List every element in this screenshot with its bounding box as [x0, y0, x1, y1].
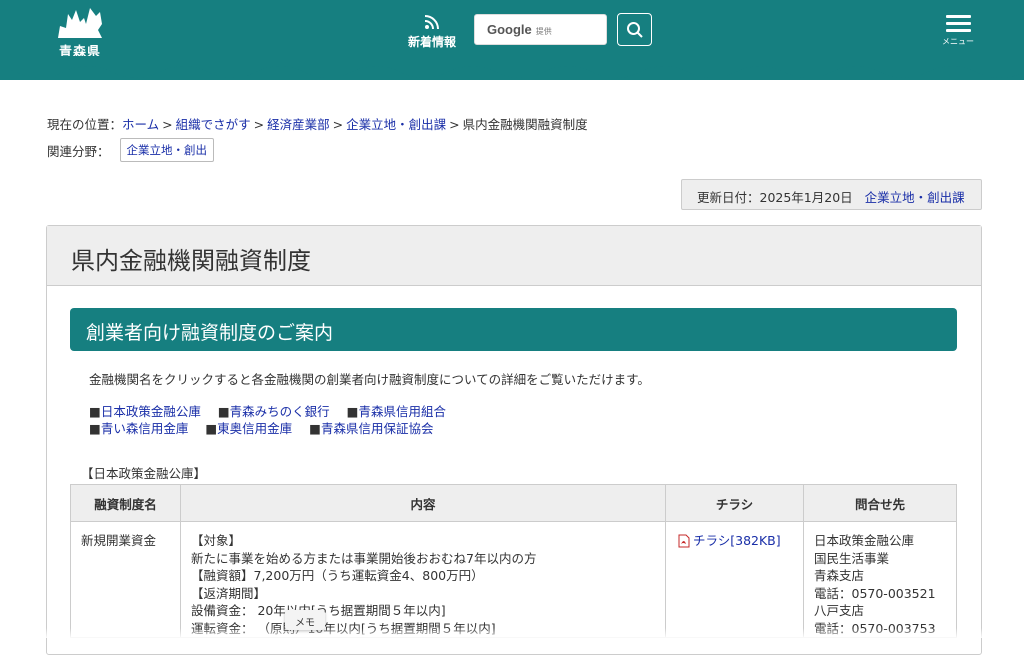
- site-logo[interactable]: 青森県: [52, 6, 108, 60]
- breadcrumb-current: 県内金融機関融資制度: [462, 117, 588, 132]
- page-title: 県内金融機関融資制度: [47, 226, 981, 286]
- bank-link-michinoku[interactable]: 青森みちのく銀行: [230, 404, 330, 419]
- news-label: 新着情報: [407, 35, 456, 49]
- col-header-contact: 問合せ先: [803, 484, 957, 522]
- content-panel: 県内金融機関融資制度 創業者向け融資制度のご案内 金融機関名をクリックすると各金…: [46, 225, 982, 655]
- table-row: 新規開業資金 【対象】 新たに事業を始める方または事業開始後おおむね7年以内の方…: [70, 521, 957, 638]
- aomori-map-icon: [58, 8, 102, 38]
- bank-links-row: ■青い森信用金庫 ■東奥信用金庫 ■青森県信用保証協会: [89, 421, 434, 436]
- cell-content: 【対象】 新たに事業を始める方または事業開始後おおむね7年以内の方 【融資額】7…: [180, 521, 666, 638]
- bank-heading: 【日本政策金融公庫】: [81, 466, 207, 481]
- related-tag[interactable]: 企業立地・創出: [119, 138, 215, 162]
- breadcrumb-prefix: 現在の位置：: [47, 117, 123, 132]
- related-fields: 関連分野： 企業立地・創出: [47, 138, 215, 162]
- bank-link-toou[interactable]: 東奥信用金庫: [217, 421, 292, 436]
- search-button[interactable]: [617, 13, 652, 46]
- cell-loan-name: 新規開業資金: [70, 521, 181, 638]
- hamburger-icon: [945, 15, 971, 18]
- search-icon: [626, 21, 643, 38]
- breadcrumb-division[interactable]: 企業立地・創出課: [346, 117, 446, 132]
- pdf-icon: [678, 534, 690, 548]
- flyer-pdf-link[interactable]: チラシ[382KB]: [678, 532, 793, 550]
- col-header-content: 内容: [180, 484, 666, 522]
- update-dept-link[interactable]: 企業立地・創出課: [865, 190, 965, 205]
- google-brand: Google: [487, 22, 532, 37]
- breadcrumb-org[interactable]: 組織でさがす: [176, 117, 251, 132]
- header-wave: [0, 56, 1024, 78]
- intro-text: 金融機関名をクリックすると各金融機関の創業者向け融資制度についての詳細をご覧いた…: [89, 372, 650, 387]
- table-header-row: 融資制度名 内容 チラシ 問合せ先: [70, 484, 957, 522]
- google-brand-suffix: 提供: [535, 27, 552, 36]
- col-header-flyer: チラシ: [665, 484, 804, 522]
- bottom-fade: [0, 628, 1024, 638]
- col-header-name: 融資制度名: [70, 484, 181, 522]
- breadcrumb-home[interactable]: ホーム: [122, 117, 159, 132]
- breadcrumb-economy[interactable]: 経済産業部: [267, 117, 330, 132]
- flyer-label: チラシ[382KB]: [693, 533, 781, 548]
- cell-flyer: チラシ[382KB]: [665, 521, 804, 638]
- bank-link-jfc[interactable]: 日本政策金融公庫: [101, 404, 201, 419]
- related-label: 関連分野：: [47, 143, 110, 159]
- menu-button[interactable]: メニュー: [940, 15, 976, 47]
- bank-link-kenshin-kumiai[interactable]: 青森県信用組合: [358, 404, 446, 419]
- menu-label: メニュー: [942, 37, 974, 46]
- search-input[interactable]: Google 提供: [474, 14, 607, 45]
- memo-button[interactable]: メモ: [285, 610, 325, 630]
- loan-table: 融資制度名 内容 チラシ 問合せ先 新規開業資金 【対象】 新たに事業を始める方…: [70, 484, 957, 638]
- bank-link-aoimori[interactable]: 青い森信用金庫: [101, 421, 189, 436]
- bank-link-guarantee[interactable]: 青森県信用保証協会: [321, 421, 434, 436]
- update-date: 更新日付：2025年1月20日: [697, 190, 853, 205]
- update-info: 更新日付：2025年1月20日 企業立地・創出課: [681, 179, 982, 210]
- bank-links-row: ■日本政策金融公庫 ■青森みちのく銀行 ■青森県信用組合: [89, 404, 446, 419]
- section-title: 創業者向け融資制度のご案内: [70, 308, 957, 351]
- bank-links: ■日本政策金融公庫 ■青森みちのく銀行 ■青森県信用組合 ■青い森信用金庫 ■東…: [89, 403, 446, 437]
- news-button[interactable]: 新着情報: [404, 14, 460, 50]
- breadcrumb: 現在の位置：ホーム > 組織でさがす > 経済産業部 > 企業立地・創出課 > 県内金融機関融資…: [47, 117, 588, 132]
- cell-contact: 日本政策金融公庫 国民生活事業 青森支店 電話：0570-003521 八戸支店…: [803, 521, 957, 638]
- rss-icon: [424, 15, 439, 30]
